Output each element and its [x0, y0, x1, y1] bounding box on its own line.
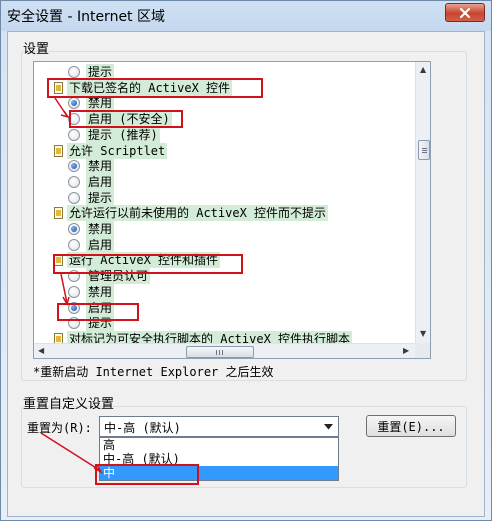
annotation-arrows: [40, 97, 104, 475]
security-settings-window: 安全设置 - Internet 区域 设置 提示 下载已签名的 ActiveX 控…: [0, 0, 492, 521]
